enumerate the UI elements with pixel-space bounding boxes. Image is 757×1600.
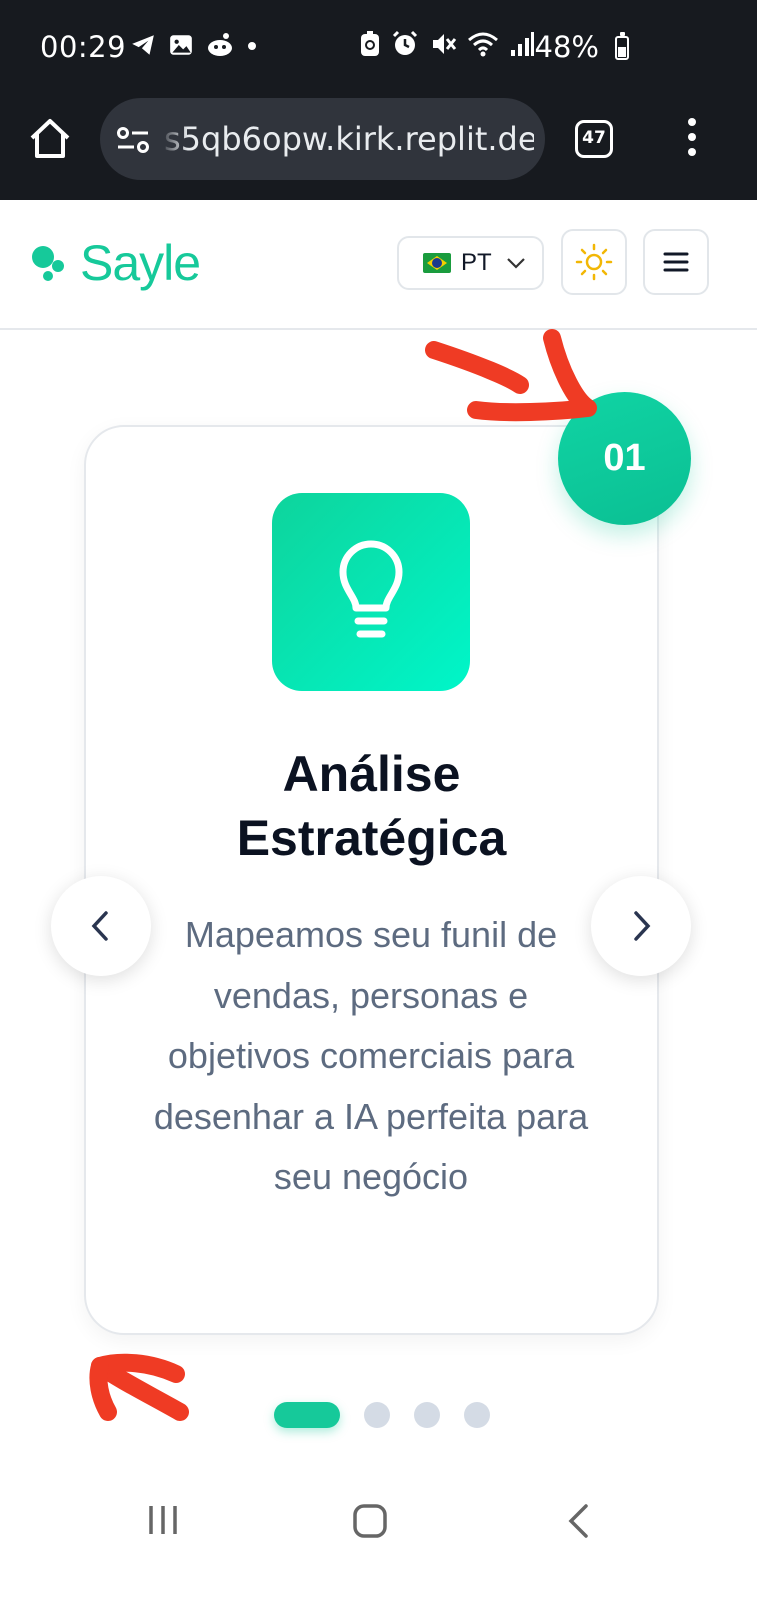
service-icon-tile xyxy=(272,493,470,691)
language-label: PT xyxy=(461,249,492,276)
reddit-icon xyxy=(208,33,232,56)
carousel-dot[interactable] xyxy=(464,1402,490,1428)
system-icons xyxy=(359,30,535,58)
site-settings-icon[interactable] xyxy=(116,126,150,154)
notification-icons xyxy=(130,32,258,58)
carousel-dot[interactable] xyxy=(364,1402,390,1428)
alarm-icon xyxy=(392,30,418,55)
battery-icon xyxy=(615,32,629,60)
back-icon[interactable] xyxy=(566,1503,590,1539)
card-title-line1: Análise xyxy=(282,746,461,802)
carousel-dot-active[interactable] xyxy=(274,1402,340,1428)
chevron-left-icon xyxy=(91,911,108,941)
carousel-next-button[interactable] xyxy=(591,876,691,976)
home-nav-icon[interactable] xyxy=(352,1503,388,1539)
sun-icon xyxy=(575,243,613,281)
url-text[interactable]: s5qb6opw.kirk.replit.dev xyxy=(164,120,534,158)
carousel-prev-button[interactable] xyxy=(51,876,151,976)
battery-percent: 48% xyxy=(534,30,599,64)
url-bar[interactable]: s5qb6opw.kirk.replit.dev xyxy=(100,98,545,180)
theme-toggle-button[interactable] xyxy=(561,229,627,295)
system-navigation-bar xyxy=(0,1460,757,1600)
wifi-icon xyxy=(468,32,498,57)
battery-saver-icon xyxy=(361,31,379,56)
browser-chrome: 00:29 48% s5qb6opw.kirk.replit.dev 47 xyxy=(0,0,757,200)
language-select[interactable]: PT xyxy=(397,236,544,290)
signal-icon xyxy=(511,32,534,56)
recent-apps-icon[interactable] xyxy=(146,1503,180,1537)
tabs-button[interactable]: 47 xyxy=(575,120,613,158)
more-notifications-icon xyxy=(248,42,256,50)
chevron-right-icon xyxy=(634,911,651,941)
logo-text: Sayle xyxy=(80,235,201,291)
home-icon[interactable] xyxy=(28,116,72,160)
card-title: Análise Estratégica xyxy=(84,742,659,870)
carousel-dot[interactable] xyxy=(414,1402,440,1428)
brazil-flag-icon xyxy=(423,253,451,273)
lightbulb-icon xyxy=(339,540,403,638)
step-number-badge: 01 xyxy=(558,392,691,525)
card-description: Mapeamos seu funil de vendas, personas e… xyxy=(153,914,589,1197)
menu-button[interactable] xyxy=(643,229,709,295)
gallery-icon xyxy=(170,35,192,55)
status-bar: 00:29 48% xyxy=(0,0,757,96)
mute-icon xyxy=(433,34,457,54)
browser-menu-icon[interactable] xyxy=(688,118,698,162)
card-title-line2: Estratégica xyxy=(236,810,507,866)
chevron-down-icon xyxy=(507,258,525,269)
hamburger-icon xyxy=(663,252,689,272)
logo-mark-icon xyxy=(32,238,76,288)
logo[interactable]: Sayle xyxy=(32,234,201,292)
url-fade xyxy=(160,114,188,164)
carousel-pagination xyxy=(0,1402,757,1428)
telegram-icon xyxy=(132,35,154,55)
status-time: 00:29 xyxy=(40,30,127,64)
